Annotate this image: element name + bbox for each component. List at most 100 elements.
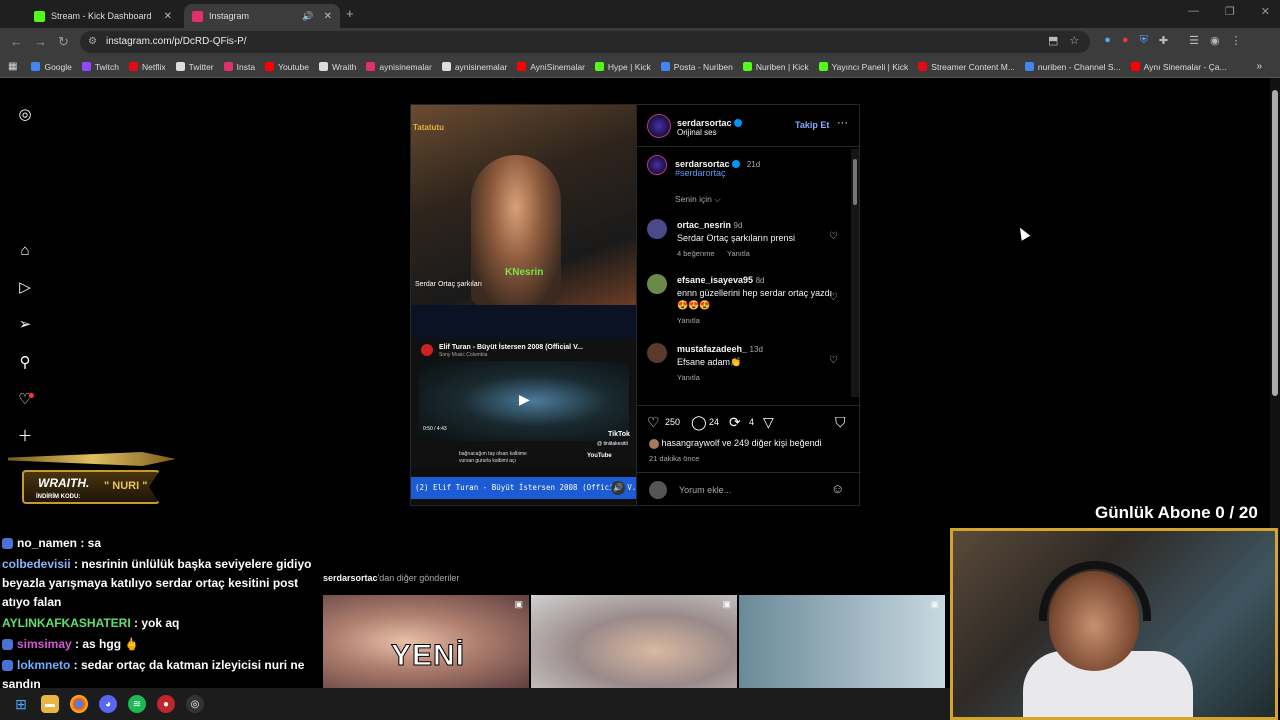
- close-tab-icon[interactable]: ✕: [324, 11, 332, 22]
- bookmark-wraith[interactable]: Wraith: [318, 62, 356, 72]
- messages-send-icon[interactable]: ➢: [16, 316, 34, 334]
- bookmark-insta[interactable]: Insta: [223, 62, 255, 72]
- bookmark-aynisinemalar-insta[interactable]: aynisinemalar: [366, 62, 432, 72]
- bookmark-netflix[interactable]: Netflix: [128, 62, 166, 72]
- more-post-thumbnail[interactable]: YENİ ▣: [323, 595, 529, 688]
- close-window-icon[interactable]: ✕: [1261, 5, 1270, 18]
- extension-icon[interactable]: ●: [1104, 34, 1111, 47]
- url-input[interactable]: ⚙ instagram.com/p/DcRD-QFis-P/: [80, 31, 1090, 53]
- sort-dropdown[interactable]: Senin için ⌵: [675, 194, 721, 205]
- caption-avatar[interactable]: [647, 155, 667, 175]
- reply-button[interactable]: Yanıtla: [677, 373, 700, 382]
- bookmark-aynisinemalar-x[interactable]: aynisinemalar: [441, 62, 507, 72]
- comment-input[interactable]: Yorum ekle...: [679, 485, 731, 495]
- file-explorer-icon[interactable]: ▬: [41, 695, 59, 713]
- more-posts-label: 'dan diğer gönderiler: [377, 573, 460, 583]
- streaming-app-icon[interactable]: ●: [157, 695, 175, 713]
- chrome-icon[interactable]: [70, 695, 88, 713]
- bookmark-star-icon[interactable]: ☆: [1069, 34, 1079, 47]
- obs-icon[interactable]: ◎: [186, 695, 204, 713]
- sound-toggle-icon[interactable]: 🔊: [611, 481, 625, 495]
- scroll-thumb[interactable]: [853, 159, 857, 205]
- menu-kebab-icon[interactable]: ⋮: [1231, 34, 1242, 47]
- post-media[interactable]: Tatatutu KNesrin Serdar Ortaç şarkıları …: [411, 105, 636, 505]
- comments-scrollbar[interactable]: [851, 149, 859, 397]
- bookmark-aynisinemalar-yt[interactable]: AyniSinemalar: [517, 62, 585, 72]
- sword-graphic: [8, 452, 176, 466]
- bookmark-google[interactable]: Google: [31, 62, 72, 72]
- scroll-thumb[interactable]: [1272, 90, 1278, 396]
- profile-avatar-icon[interactable]: ◉: [1210, 34, 1220, 47]
- reply-button[interactable]: Yanıtla: [677, 316, 700, 325]
- shield-extension-icon[interactable]: ⛨: [1140, 34, 1148, 47]
- windows-start-icon[interactable]: ⊞: [12, 695, 30, 713]
- commenter-avatar[interactable]: [647, 343, 667, 363]
- like-comment-heart-icon[interactable]: ♡: [829, 292, 838, 303]
- apps-grid-icon[interactable]: ▦: [8, 61, 17, 72]
- bookmark-posta[interactable]: Posta - Nuriben: [660, 62, 733, 72]
- comment-likes[interactable]: 4 beğenme: [677, 249, 715, 258]
- bookmark-nuriben-channel[interactable]: nuriben - Channel S...: [1024, 62, 1121, 72]
- audio-playing-icon[interactable]: 🔊: [302, 11, 313, 22]
- bookmark-twitch[interactable]: Twitch: [81, 61, 119, 72]
- bookmark-hype-kick[interactable]: Hype | Kick: [594, 62, 651, 72]
- x-icon: [175, 62, 185, 71]
- reload-icon[interactable]: ↻: [58, 34, 69, 50]
- like-comment-heart-icon[interactable]: ♡: [829, 355, 838, 366]
- commenter-avatar[interactable]: [647, 219, 667, 239]
- create-plus-icon[interactable]: ＋: [16, 428, 34, 446]
- more-post-thumbnail[interactable]: ▣: [739, 595, 945, 688]
- liked-by-text[interactable]: hasangraywolf ve 249 diğer kişi beğendi: [649, 438, 822, 449]
- comment-username[interactable]: efsane_isayeva95: [677, 275, 753, 285]
- search-icon[interactable]: ⚲: [16, 354, 34, 372]
- tab-kick-dashboard[interactable]: Stream - Kick Dashboard ✕: [26, 4, 180, 28]
- bookmark-ayni-sinemalar-yt[interactable]: Aynı Sinemalar - Ça...: [1130, 62, 1227, 72]
- bookmark-twitter[interactable]: Twitter: [175, 62, 214, 72]
- comment-bubble-icon[interactable]: ◯: [691, 414, 707, 431]
- bookmark-yayinci-paneli[interactable]: Yayıncı Paneli | Kick: [818, 62, 908, 72]
- home-icon[interactable]: ⌂: [16, 242, 34, 260]
- close-tab-icon[interactable]: ✕: [164, 11, 172, 22]
- back-icon[interactable]: ←: [10, 34, 23, 49]
- comment-username[interactable]: mustafazadeeh_: [677, 344, 747, 354]
- commenter-avatar[interactable]: [647, 274, 667, 294]
- reel-icon: ▣: [930, 599, 939, 609]
- save-bookmark-icon[interactable]: ⛉: [835, 414, 846, 431]
- more-post-thumbnail[interactable]: ▣: [531, 595, 737, 688]
- bookmark-label: Twitch: [94, 61, 119, 72]
- discord-icon[interactable]: ◕: [99, 695, 117, 713]
- comment-username[interactable]: ortac_nesrin: [677, 220, 731, 230]
- reply-button[interactable]: Yanıtla: [727, 249, 750, 258]
- instagram-logo-icon[interactable]: ◎: [16, 106, 34, 124]
- forward-icon[interactable]: →: [34, 34, 47, 49]
- emoji-picker-icon[interactable]: ☺: [831, 481, 844, 496]
- author-avatar[interactable]: [647, 114, 671, 138]
- minimize-icon[interactable]: —: [1188, 5, 1199, 18]
- install-app-icon[interactable]: ⬒: [1048, 34, 1058, 47]
- youtube-channel: Sony Music Columbia: [439, 352, 488, 358]
- like-heart-icon[interactable]: ♡: [647, 414, 660, 431]
- more-options-icon[interactable]: ···: [837, 117, 848, 129]
- more-posts-user[interactable]: serdarsortac: [323, 573, 378, 583]
- bookmark-nuriben-kick[interactable]: Nuriben | Kick: [742, 62, 809, 72]
- audio-label[interactable]: Orijinal ses: [677, 128, 717, 137]
- spotify-icon[interactable]: ≋: [128, 695, 146, 713]
- extension-icon[interactable]: ●: [1122, 34, 1129, 47]
- bookmark-streamer-content[interactable]: Streamer Content M...: [918, 62, 1015, 72]
- bookmarks-overflow-icon[interactable]: »: [1256, 61, 1262, 72]
- reels-icon[interactable]: ▷: [16, 279, 34, 297]
- extensions-puzzle-icon[interactable]: ✚: [1159, 34, 1168, 47]
- chat-message: simsimay : as hgg 🖕: [2, 635, 320, 654]
- tab-instagram[interactable]: Instagram 🔊 ✕: [184, 4, 340, 28]
- like-comment-heart-icon[interactable]: ♡: [829, 231, 838, 242]
- site-info-icon[interactable]: ⚙: [88, 31, 97, 53]
- follow-button[interactable]: Takip Et: [795, 120, 829, 130]
- author-username[interactable]: serdarsortac: [677, 118, 732, 128]
- caption-hashtag[interactable]: #serdarortaç: [675, 168, 726, 178]
- maximize-icon[interactable]: ❐: [1225, 5, 1235, 18]
- reading-list-icon[interactable]: ☰: [1189, 34, 1199, 47]
- share-send-icon[interactable]: ▽: [763, 414, 774, 431]
- new-tab-icon[interactable]: +: [346, 6, 354, 21]
- repost-icon[interactable]: ⟳: [729, 414, 741, 431]
- bookmark-youtube[interactable]: Youtube: [265, 62, 309, 72]
